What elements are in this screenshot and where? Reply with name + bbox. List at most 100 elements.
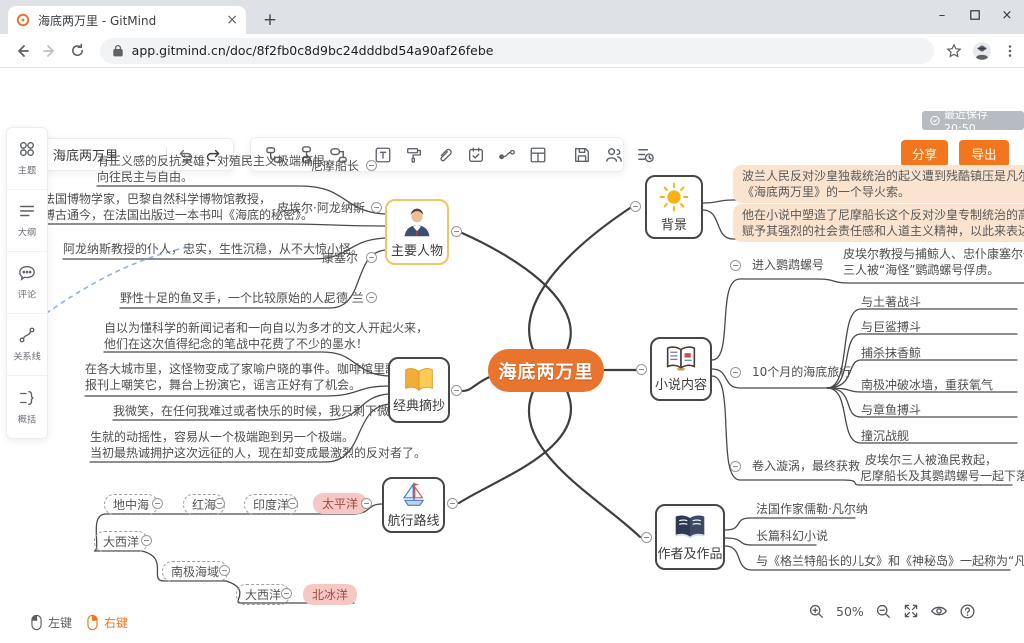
zoom-level[interactable]: 50% xyxy=(836,604,864,619)
topic-excerpt3[interactable]: 我微笑，在任何我难过或者快乐的时候，我只剩下微笑。 xyxy=(113,403,413,419)
summary-icon xyxy=(18,389,36,407)
topic-nemo[interactable]: 尼摩船长 xyxy=(311,158,359,174)
topic-author-genre[interactable]: 长篇科幻小说 xyxy=(756,528,828,544)
topic-rescue[interactable]: 卷入漩涡，最终获救 xyxy=(752,458,860,474)
branch-node-route[interactable]: 航行路线 xyxy=(382,477,445,533)
branch-node-characters[interactable]: 主要人物 xyxy=(385,199,449,265)
topic-nemo-desc-1[interactable]: 有正义感的反抗英雄，对殖民主义极端痛恨， xyxy=(97,153,337,169)
topic-nedland-desc[interactable]: 野性十足的鱼叉手，一个比较原始的人。 xyxy=(120,290,336,306)
mouse-left-icon xyxy=(30,614,43,631)
sailboat-icon xyxy=(399,481,429,508)
branch-node-content[interactable]: 小说内容 xyxy=(650,337,712,401)
topic-background-1[interactable]: 波兰人民反对沙皇独裁统治的起义遭到残酷镇压是凡尔纳创作 《海底两万里》的一个导火… xyxy=(733,165,1024,203)
collapse-icon[interactable] xyxy=(219,565,230,576)
topic-sea-mediterranean[interactable]: 地中海 xyxy=(104,494,158,515)
collapse-icon[interactable] xyxy=(214,498,225,509)
open-book-icon xyxy=(665,345,697,372)
topic-sea-atlantic-1[interactable]: 大西洋 xyxy=(94,531,148,552)
topic-event-warship[interactable]: 撞沉战舰 xyxy=(861,428,909,444)
topic-rescue-note-2[interactable]: 尼摩船长及其鹦鹉螺号一起下落不明。 xyxy=(860,468,1024,484)
collapse-icon[interactable] xyxy=(730,461,741,472)
collapse-icon[interactable] xyxy=(366,292,377,303)
topic-conseil[interactable]: 康塞尔 xyxy=(322,250,358,266)
presentation-eye-icon[interactable] xyxy=(930,602,948,620)
sidebar-item-label: 大纲 xyxy=(18,225,36,239)
collapse-icon[interactable] xyxy=(141,535,152,546)
collapse-icon[interactable] xyxy=(447,498,458,509)
collapse-icon[interactable] xyxy=(366,160,377,171)
topic-excerpt2-l2[interactable]: 报刊上嘲笑它，舞台上扮演它，谣言正好有了机会。 xyxy=(85,377,361,393)
tool-sidebar: 主题 大纲 评论 关系线 概括 xyxy=(6,127,48,439)
collapse-icon[interactable] xyxy=(361,498,372,509)
topic-nedland[interactable]: 尼德·兰 xyxy=(324,290,364,306)
sidebar-item-comment[interactable]: 评论 xyxy=(7,252,47,314)
dark-book-icon xyxy=(673,513,707,541)
collapse-icon[interactable] xyxy=(730,367,741,378)
relation-line-icon xyxy=(18,326,36,344)
sidebar-item-relation[interactable]: 关系线 xyxy=(7,314,47,376)
topic-sea-arctic[interactable]: 北冰洋 xyxy=(303,584,357,605)
topic-excerpt1-l1[interactable]: 自以为懂科学的新闻记者和一向自以为多才的文人开起火来， xyxy=(104,320,428,336)
topic-excerpt4-l1[interactable]: 生就的动摇性，容易从一个极端跑到另一个极端。 xyxy=(90,429,354,445)
help-icon[interactable] xyxy=(959,603,976,620)
topic-aronnax-desc-1[interactable]: 法国博物学家，巴黎自然科学博物馆教授， xyxy=(43,191,271,207)
collapse-icon[interactable] xyxy=(641,532,652,543)
mouse-hint-bar: 左键 右键 xyxy=(30,614,128,631)
topic-enter-note-2[interactable]: 三人被“海怪”鹦鹉螺号俘虏。 xyxy=(843,262,999,278)
topic-nemo-desc-2[interactable]: 向往民主与自由。 xyxy=(97,169,193,185)
topic-sea-pacific[interactable]: 太平洋 xyxy=(313,493,367,514)
topic-event-sharks[interactable]: 与巨鲨搏斗 xyxy=(861,319,921,335)
collapse-icon[interactable] xyxy=(451,385,462,396)
collapse-icon[interactable] xyxy=(366,252,377,263)
topic-conseil-desc[interactable]: 阿龙纳斯教授的仆人，忠实，生性沉稳，从不大惊小怪。 xyxy=(63,241,363,257)
comment-icon xyxy=(18,264,36,282)
topic-aronnax[interactable]: 皮埃尔·阿龙纳斯 xyxy=(277,200,365,216)
collapse-icon[interactable] xyxy=(730,260,741,271)
topic-enter-nautilus[interactable]: 进入鹦鹉螺号 xyxy=(752,257,824,273)
topic-event-ice[interactable]: 南极冲破冰墙，重获氧气 xyxy=(861,377,993,393)
collapse-icon[interactable] xyxy=(152,498,163,509)
zoom-out-icon[interactable] xyxy=(875,603,892,620)
topic-line: 《海底两万里》的一个导火索。 xyxy=(742,184,1024,200)
topic-rescue-note-1[interactable]: 皮埃尔三人被渔民救起， xyxy=(865,452,997,468)
topic-enter-note-1[interactable]: 皮埃尔教授与捕鲸人、忠仆康塞尔一同追踪神秘 xyxy=(843,246,1024,262)
sidebar-item-theme[interactable]: 主题 xyxy=(7,128,47,190)
topic-event-natives[interactable]: 与土著战斗 xyxy=(861,294,921,310)
collapse-icon[interactable] xyxy=(371,202,382,213)
topic-author-trilogy[interactable]: 与《格兰特船长的儿女》和《神秘岛》一起称为“凡尔纳三部曲” xyxy=(756,553,1024,569)
zoom-in-icon[interactable] xyxy=(808,603,825,620)
yellow-book-icon xyxy=(403,366,435,393)
branch-label: 经典摘抄 xyxy=(393,395,445,414)
fit-screen-icon[interactable] xyxy=(903,603,919,619)
topic-excerpt4-l2[interactable]: 当初最热诚拥护这次远征的人，现在却变成最激烈的反对者了。 xyxy=(90,445,426,461)
topic-line: 波兰人民反对沙皇独裁统治的起义遭到残酷镇压是凡尔纳创作 xyxy=(742,168,1024,184)
topic-excerpt2-l1[interactable]: 在各大城市里，这怪物变成了家喻户晓的事件。咖啡馆里歌唱它， xyxy=(85,361,433,377)
branch-label: 主要人物 xyxy=(391,240,443,259)
collapse-icon[interactable] xyxy=(636,364,647,375)
topic-background-2[interactable]: 他在小说中塑造了尼摩船长这个反对沙皇专制统治的高大形象， 赋予其强烈的社会责任感… xyxy=(733,204,1024,242)
collapse-icon[interactable] xyxy=(287,498,298,509)
topic-journey[interactable]: 10个月的海底旅行 xyxy=(752,364,851,380)
branch-node-excerpts[interactable]: 经典摘抄 xyxy=(388,357,450,423)
sidebar-item-label: 评论 xyxy=(18,287,36,301)
branch-label: 作者及作品 xyxy=(657,543,722,562)
root-node[interactable]: 海底两万里 xyxy=(488,349,604,392)
collapse-icon[interactable] xyxy=(451,226,462,237)
branch-node-author[interactable]: 作者及作品 xyxy=(655,504,725,570)
topic-line: 赋予其强烈的社会责任感和人道主义精神，以此来表达对现实的批判。 xyxy=(742,223,1024,239)
sidebar-item-summary[interactable]: 概括 xyxy=(7,376,47,438)
collapse-icon[interactable] xyxy=(281,588,292,599)
topic-event-octopus[interactable]: 与章鱼搏斗 xyxy=(861,402,921,418)
sidebar-item-label: 主题 xyxy=(18,163,36,177)
topic-aronnax-desc-2[interactable]: 博古通今，在法国出版过一本书叫《海底的秘密》。 xyxy=(43,207,313,223)
sidebar-item-outline[interactable]: 大纲 xyxy=(7,190,47,252)
theme-icon xyxy=(18,140,36,158)
topic-event-whale[interactable]: 捕杀抹香鲸 xyxy=(861,345,921,361)
branch-label: 航行路线 xyxy=(387,510,439,529)
branch-label: 小说内容 xyxy=(655,374,707,393)
topic-excerpt1-l2[interactable]: 他们在这次值得纪念的笔战中花费了不少的墨水！ xyxy=(104,336,368,352)
topic-author-verne[interactable]: 法国作家儒勒·凡尔纳 xyxy=(756,501,868,517)
collapse-icon[interactable] xyxy=(630,201,641,212)
left-click-label: 左键 xyxy=(48,614,72,631)
branch-node-background[interactable]: 背景 xyxy=(645,175,703,239)
